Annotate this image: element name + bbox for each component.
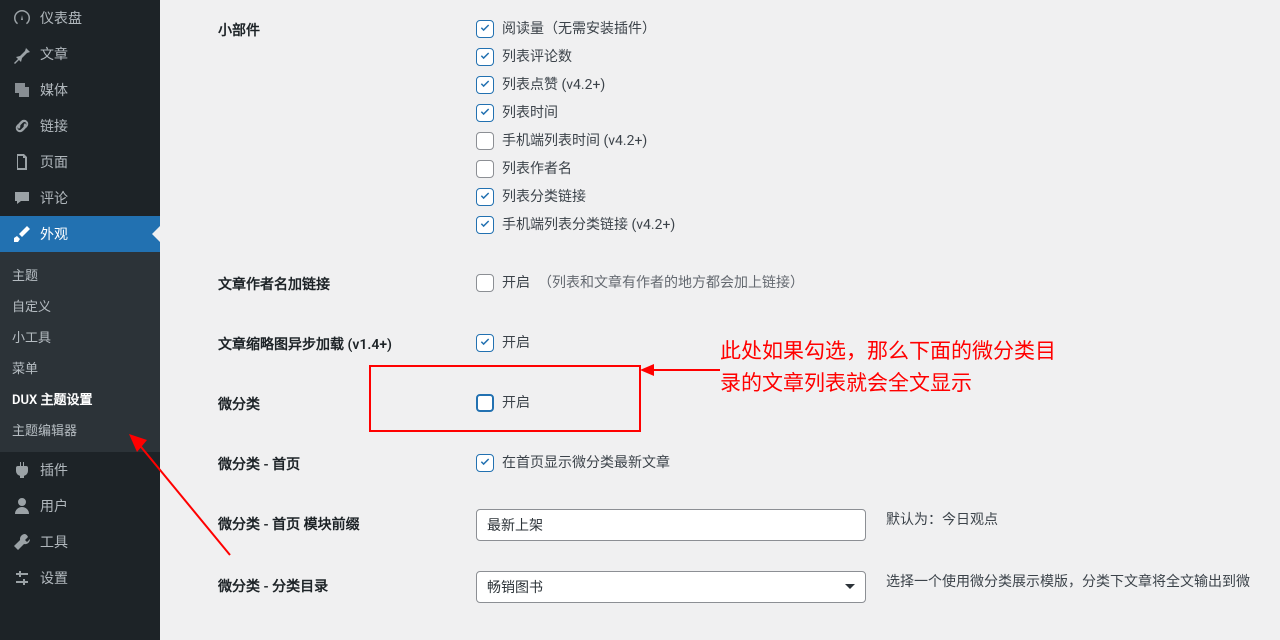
menu-label: 外观: [40, 224, 68, 244]
checkbox-author-link[interactable]: [476, 274, 494, 292]
menu-tools[interactable]: 工具: [0, 524, 160, 560]
annotation-text: 此处如果勾选，那么下面的微分类目 录的文章列表就会全文显示: [720, 336, 1056, 399]
checkbox-label: 列表分类链接: [502, 186, 586, 208]
tool-icon: [12, 532, 32, 552]
menu-label: 链接: [40, 116, 68, 136]
admin-sidebar: 仪表盘 文章 媒体 链接 页面 评论 外观 主题 自定义 小工具 菜单 DUX …: [0, 0, 160, 640]
checkbox-widget-1[interactable]: [476, 48, 494, 66]
widget-option: 手机端列表时间 (v4.2+): [476, 127, 866, 155]
menu-label: 文章: [40, 44, 68, 64]
page-icon: [12, 152, 32, 172]
label-micro-prefix: 微分类 - 首页 模块前缀: [180, 494, 466, 556]
checkbox-label: 在首页显示微分类最新文章: [502, 452, 670, 474]
media-icon: [12, 80, 32, 100]
menu-label: 插件: [40, 460, 68, 480]
menu-label: 用户: [40, 496, 68, 516]
checkbox-label: 开启: [502, 392, 530, 414]
menu-pages[interactable]: 页面: [0, 144, 160, 180]
checkbox-widget-5[interactable]: [476, 160, 494, 178]
menu-label: 页面: [40, 152, 68, 172]
widget-option: 手机端列表分类链接 (v4.2+): [476, 211, 866, 239]
brush-icon: [12, 224, 32, 244]
input-micro-prefix[interactable]: [476, 509, 866, 541]
settings-content: 小部件 阅读量（无需安装插件） 列表评论数列表点赞 (v4.2+) 列表时间手机端列…: [160, 0, 1280, 640]
checkbox-widget-0[interactable]: [476, 20, 494, 38]
checkbox-label: 开启: [502, 272, 530, 294]
menu-comments[interactable]: 评论: [0, 180, 160, 216]
menu-posts[interactable]: 文章: [0, 36, 160, 72]
checkbox-label: 列表点赞 (v4.2+): [502, 74, 605, 96]
hint-author-link: （列表和文章有作者的地方都会加上链接）: [538, 272, 804, 294]
row-micro-home: 微分类 - 首页 在首页显示微分类最新文章: [180, 434, 1260, 494]
dashboard-icon: [12, 8, 32, 28]
checkbox-label: 列表作者名: [502, 158, 572, 180]
widget-option: 阅读量（无需安装插件）: [476, 15, 866, 43]
submenu-menus[interactable]: 菜单: [0, 352, 160, 383]
row-widgets: 小部件 阅读量（无需安装插件） 列表评论数列表点赞 (v4.2+) 列表时间手机端列…: [180, 0, 1260, 254]
submenu-theme-editor[interactable]: 主题编辑器: [0, 414, 160, 445]
label-micro-cat: 微分类 - 分类目录: [180, 556, 466, 618]
menu-dashboard[interactable]: 仪表盘: [0, 0, 160, 36]
checkbox-label: 列表时间: [502, 102, 558, 124]
checkbox-widget-6[interactable]: [476, 188, 494, 206]
menu-users[interactable]: 用户: [0, 488, 160, 524]
menu-links[interactable]: 链接: [0, 108, 160, 144]
checkbox-thumb-async[interactable]: [476, 334, 494, 352]
menu-label: 评论: [40, 188, 68, 208]
widget-option: 列表点赞 (v4.2+): [476, 71, 866, 99]
hint-micro-prefix: 默认为：今日观点: [876, 494, 1260, 556]
submenu-widgets[interactable]: 小工具: [0, 321, 160, 352]
label-thumb-async: 文章缩略图异步加载 (v1.4+): [180, 314, 466, 374]
user-icon: [12, 496, 32, 516]
widget-option: 列表分类链接: [476, 183, 866, 211]
comment-icon: [12, 188, 32, 208]
menu-settings[interactable]: 设置: [0, 560, 160, 596]
checkbox-widget-3[interactable]: [476, 104, 494, 122]
select-value: 畅销图书: [487, 577, 543, 597]
checkbox-micro-home[interactable]: [476, 454, 494, 472]
checkbox-micro[interactable]: [476, 394, 494, 412]
checkbox-label: 开启: [502, 332, 530, 354]
menu-label: 工具: [40, 532, 68, 552]
submenu-themes[interactable]: 主题: [0, 259, 160, 290]
widget-option: 列表时间: [476, 99, 866, 127]
label-author-link: 文章作者名加链接: [180, 254, 466, 314]
checkbox-label: 手机端列表时间 (v4.2+): [502, 130, 647, 152]
appearance-submenu: 主题 自定义 小工具 菜单 DUX 主题设置 主题编辑器: [0, 252, 160, 452]
label-micro: 微分类: [180, 374, 466, 434]
checkbox-label: 列表评论数: [502, 46, 572, 68]
select-micro-cat[interactable]: 畅销图书: [476, 571, 866, 603]
checkbox-label: 手机端列表分类链接 (v4.2+): [502, 214, 675, 236]
plugin-icon: [12, 460, 32, 480]
settings-form: 小部件 阅读量（无需安装插件） 列表评论数列表点赞 (v4.2+) 列表时间手机端列…: [180, 0, 1260, 618]
pin-icon: [12, 44, 32, 64]
label-micro-home: 微分类 - 首页: [180, 434, 466, 494]
checkbox-widget-2[interactable]: [476, 76, 494, 94]
row-micro-prefix: 微分类 - 首页 模块前缀 默认为：今日观点: [180, 494, 1260, 556]
menu-label: 仪表盘: [40, 8, 82, 28]
menu-media[interactable]: 媒体: [0, 72, 160, 108]
menu-label: 设置: [40, 568, 68, 588]
submenu-dux-settings[interactable]: DUX 主题设置: [0, 383, 160, 414]
checkbox-widget-7[interactable]: [476, 216, 494, 234]
checkbox-label: 阅读量（无需安装插件）: [502, 18, 656, 40]
row-micro-cat: 微分类 - 分类目录 畅销图书 选择一个使用微分类展示模版，分类下文章将全文输出…: [180, 556, 1260, 618]
checkbox-widget-4[interactable]: [476, 132, 494, 150]
menu-label: 媒体: [40, 80, 68, 100]
widget-option: 列表作者名: [476, 155, 866, 183]
menu-appearance[interactable]: 外观: [0, 216, 160, 252]
menu-plugins[interactable]: 插件: [0, 452, 160, 488]
submenu-customize[interactable]: 自定义: [0, 290, 160, 321]
hint-micro-cat: 选择一个使用微分类展示模版，分类下文章将全文输出到微: [876, 556, 1260, 618]
link-icon: [12, 116, 32, 136]
widget-option: 列表评论数: [476, 43, 866, 71]
row-author-link: 文章作者名加链接 开启 （列表和文章有作者的地方都会加上链接）: [180, 254, 1260, 314]
label-widgets: 小部件: [180, 0, 466, 254]
settings-icon: [12, 568, 32, 588]
